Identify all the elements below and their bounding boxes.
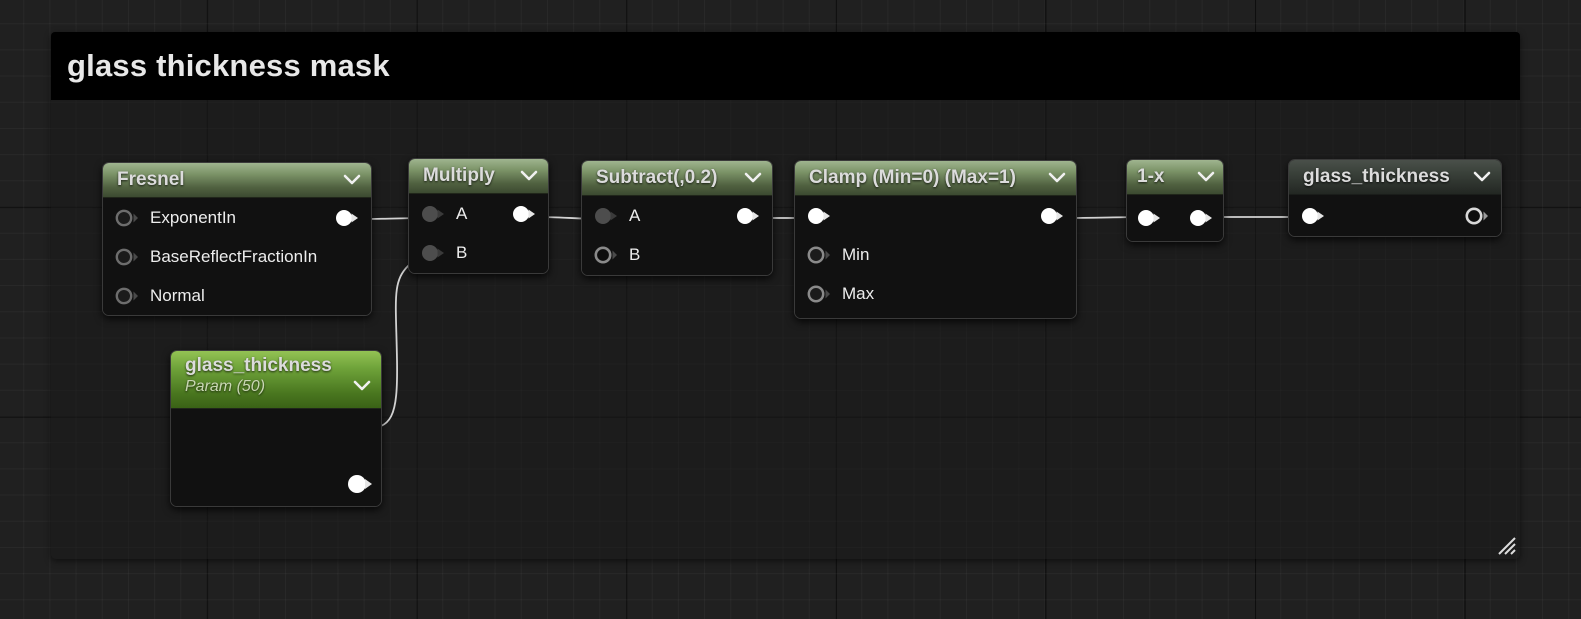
pin-row[interactable]: [1289, 195, 1501, 236]
node-subtract-body: A B: [582, 196, 772, 275]
comment-title: glass thickness mask: [67, 48, 390, 83]
input-pin-exponentin[interactable]: [103, 209, 139, 227]
node-subtract[interactable]: Subtract(,0.2) A B: [581, 160, 773, 276]
node-clamp[interactable]: Clamp (Min=0) (Max=1) Min Max: [794, 160, 1077, 319]
input-pin-normal[interactable]: [103, 287, 139, 305]
input-label-subtract-a: A: [629, 205, 641, 225]
node-glass-thickness-param-body: [171, 409, 381, 506]
node-fresnel-title: Fresnel: [117, 169, 185, 191]
node-one-minus-x[interactable]: 1-x: [1126, 159, 1224, 242]
input-pin-one-minus-x[interactable]: [1137, 209, 1161, 227]
input-label-multiply-a: A: [456, 203, 468, 223]
pin-row[interactable]: [795, 196, 1076, 235]
node-one-minus-x-body: [1127, 195, 1223, 241]
input-label-multiply-b: B: [456, 242, 468, 262]
input-pin-glass-thickness-output[interactable]: [1301, 207, 1325, 225]
node-multiply[interactable]: Multiply A B: [408, 158, 549, 274]
output-pin-fresnel[interactable]: [335, 209, 359, 227]
node-one-minus-x-title: 1-x: [1137, 166, 1165, 188]
node-fresnel-body: ExponentIn BaseReflectFractionIn Normal: [103, 198, 371, 315]
chevron-down-icon[interactable]: [520, 170, 538, 182]
node-clamp-title: Clamp (Min=0) (Max=1): [809, 167, 1016, 189]
chevron-down-icon[interactable]: [1197, 171, 1215, 183]
node-subtract-header[interactable]: Subtract(,0.2): [582, 161, 772, 196]
node-fresnel-header[interactable]: Fresnel: [103, 163, 371, 198]
input-label-normal: Normal: [150, 285, 205, 305]
pin-row[interactable]: BaseReflectFractionIn: [103, 237, 371, 276]
resize-grip-icon[interactable]: [1495, 534, 1517, 556]
node-multiply-title: Multiply: [423, 165, 495, 187]
input-label-basereflectfractionin: BaseReflectFractionIn: [150, 246, 318, 266]
node-multiply-body: A B: [409, 194, 548, 273]
node-clamp-header[interactable]: Clamp (Min=0) (Max=1): [795, 161, 1076, 196]
pin-row[interactable]: B: [582, 235, 772, 274]
pin-row[interactable]: ExponentIn: [103, 198, 371, 237]
pin-row[interactable]: A: [582, 196, 772, 235]
input-pin-multiply-b[interactable]: [409, 244, 445, 262]
comment-header[interactable]: glass thickness mask: [51, 32, 1520, 100]
input-pin-clamp-max[interactable]: [795, 285, 831, 303]
chevron-down-icon[interactable]: [343, 174, 361, 186]
input-pin-clamp-min[interactable]: [795, 246, 831, 264]
pin-row[interactable]: Normal: [103, 276, 371, 315]
pin-row[interactable]: [171, 409, 381, 506]
graph-canvas[interactable]: glass thickness mask Fresnel ExponentIn …: [0, 0, 1581, 619]
pin-row[interactable]: Max: [795, 274, 1076, 313]
pin-row[interactable]: [1127, 195, 1223, 241]
node-glass-thickness-output-body: [1289, 195, 1501, 236]
input-pin-basereflectfractionin[interactable]: [103, 248, 139, 266]
input-label-clamp-min: Min: [842, 244, 870, 264]
node-fresnel[interactable]: Fresnel ExponentIn BaseReflectFractionIn…: [102, 162, 372, 316]
input-pin-clamp-value[interactable]: [807, 207, 831, 225]
input-label-exponentin: ExponentIn: [150, 207, 237, 227]
output-pin-one-minus-x[interactable]: [1189, 209, 1213, 227]
node-glass-thickness-param-title: glass_thickness: [185, 355, 332, 376]
input-pin-subtract-a[interactable]: [582, 207, 618, 225]
node-subtract-title: Subtract(,0.2): [596, 167, 718, 189]
node-glass-thickness-output-title: glass_thickness: [1303, 166, 1450, 188]
node-multiply-header[interactable]: Multiply: [409, 159, 548, 194]
input-pin-subtract-b[interactable]: [582, 246, 618, 264]
output-pin-glass-thickness-output[interactable]: [1465, 207, 1489, 225]
chevron-down-icon[interactable]: [1048, 172, 1066, 184]
chevron-down-icon[interactable]: [744, 172, 762, 184]
output-pin-multiply[interactable]: [512, 205, 536, 223]
node-clamp-body: Min Max: [795, 196, 1076, 318]
node-glass-thickness-param-subtitle: Param (50): [185, 377, 266, 395]
pin-row[interactable]: Min: [795, 235, 1076, 274]
chevron-down-icon[interactable]: [353, 380, 371, 392]
pin-row[interactable]: B: [409, 233, 548, 272]
input-pin-multiply-a[interactable]: [409, 205, 445, 223]
input-label-clamp-max: Max: [842, 283, 875, 303]
node-glass-thickness-param-header[interactable]: glass_thickness Param (50): [171, 351, 381, 409]
node-glass-thickness-output-header[interactable]: glass_thickness: [1289, 160, 1501, 195]
node-glass-thickness-output[interactable]: glass_thickness: [1288, 159, 1502, 237]
output-pin-glass-thickness-param[interactable]: [347, 474, 373, 494]
chevron-down-icon[interactable]: [1473, 171, 1491, 183]
node-one-minus-x-header[interactable]: 1-x: [1127, 160, 1223, 195]
node-glass-thickness-param[interactable]: glass_thickness Param (50): [170, 350, 382, 507]
pin-row[interactable]: A: [409, 194, 548, 233]
output-pin-subtract[interactable]: [736, 207, 760, 225]
output-pin-clamp[interactable]: [1040, 207, 1064, 225]
input-label-subtract-b: B: [629, 244, 641, 264]
